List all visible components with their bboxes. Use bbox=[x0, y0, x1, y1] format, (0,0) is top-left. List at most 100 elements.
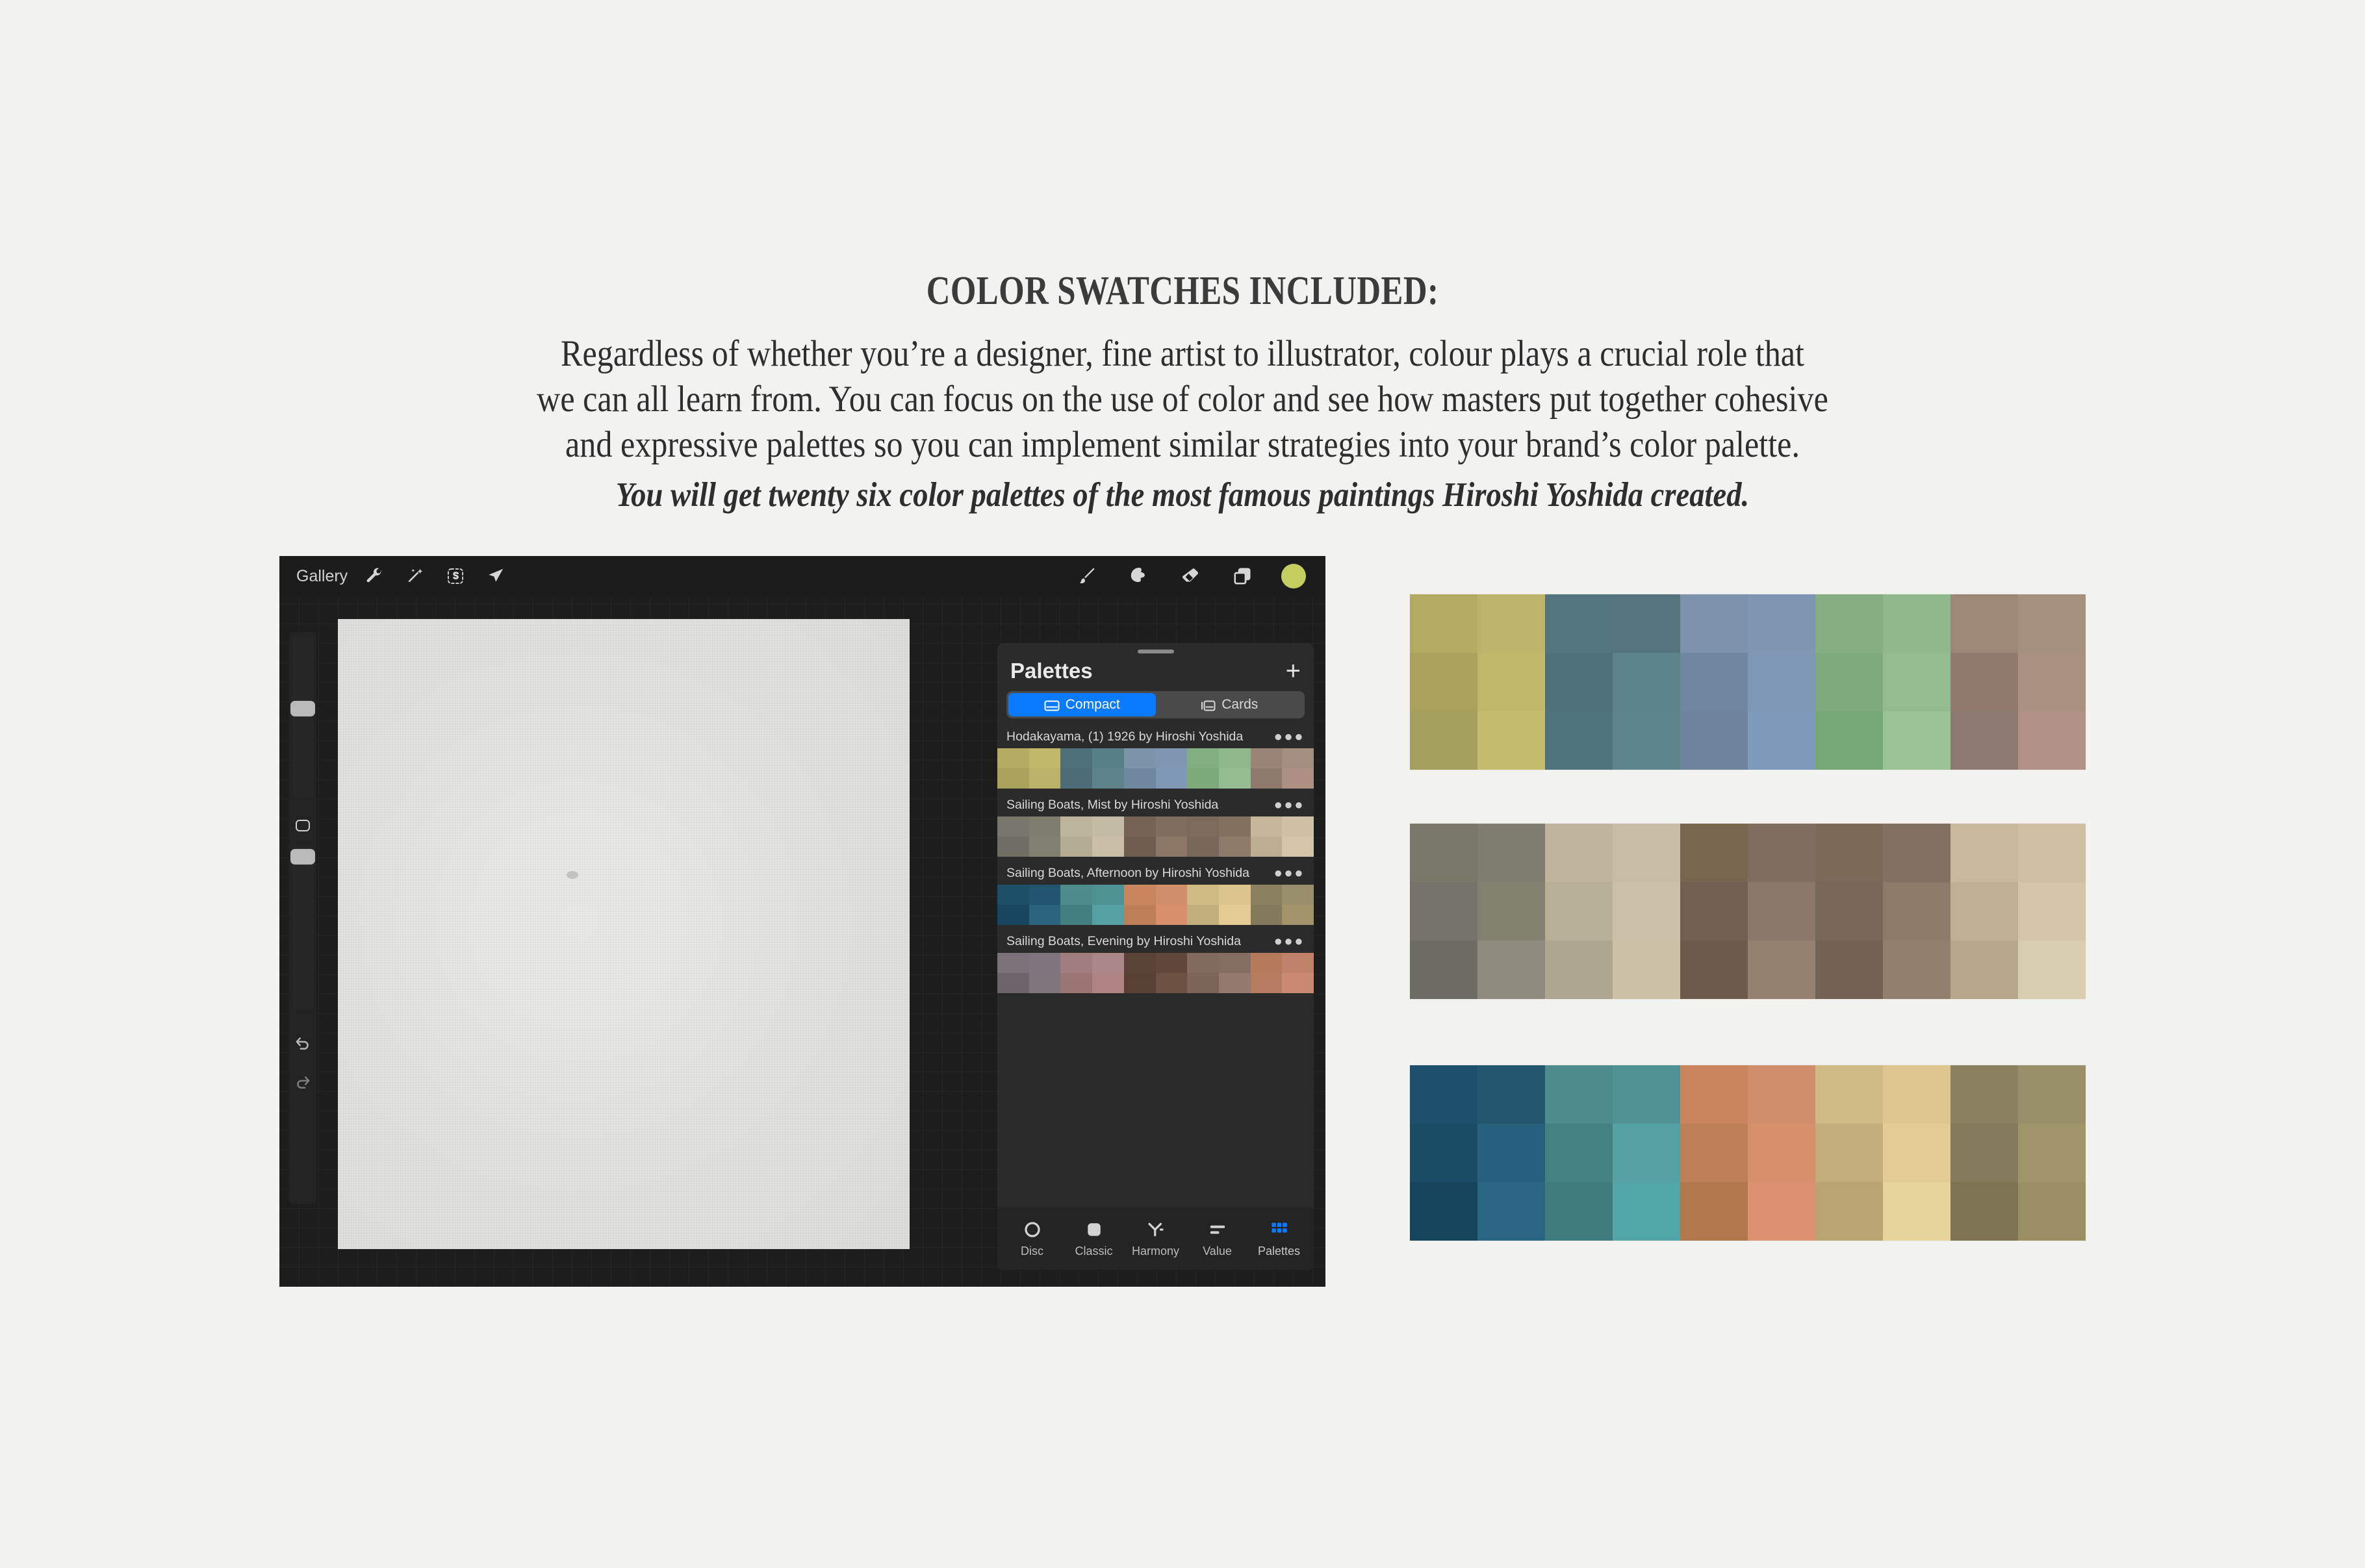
undo-button[interactable] bbox=[294, 1035, 311, 1052]
color-swatch[interactable] bbox=[1155, 953, 1188, 973]
opacity-slider[interactable] bbox=[292, 846, 314, 1009]
palette-menu-button[interactable]: ●●● bbox=[1274, 729, 1305, 744]
add-palette-button[interactable]: + bbox=[1286, 658, 1301, 684]
color-swatch[interactable] bbox=[1250, 768, 1283, 789]
color-swatch[interactable] bbox=[1060, 837, 1093, 857]
color-swatch[interactable] bbox=[997, 905, 1029, 925]
palette-list[interactable]: Hodakayama, (1) 1926 by Hiroshi Yoshida ●… bbox=[997, 725, 1314, 1208]
color-swatch[interactable] bbox=[1029, 905, 1061, 925]
color-swatch[interactable] bbox=[997, 816, 1029, 837]
palette-swatch-grid[interactable] bbox=[997, 885, 1314, 925]
color-swatch[interactable] bbox=[1029, 816, 1061, 837]
color-swatch[interactable] bbox=[1092, 837, 1124, 857]
transform-arrow-icon[interactable] bbox=[483, 563, 509, 589]
color-swatch[interactable] bbox=[1029, 748, 1061, 768]
color-swatch[interactable] bbox=[1250, 816, 1283, 837]
color-swatch[interactable] bbox=[1155, 768, 1188, 789]
tab-palettes[interactable]: Palettes bbox=[1251, 1220, 1308, 1258]
modify-button[interactable] bbox=[296, 820, 310, 831]
opacity-knob[interactable] bbox=[290, 849, 315, 865]
color-swatch[interactable] bbox=[1060, 816, 1093, 837]
color-swatch[interactable] bbox=[1092, 748, 1124, 768]
color-swatch[interactable] bbox=[1155, 837, 1188, 857]
color-swatch[interactable] bbox=[1250, 973, 1283, 993]
color-swatch[interactable] bbox=[1187, 973, 1219, 993]
color-swatch[interactable] bbox=[997, 837, 1029, 857]
color-swatch[interactable] bbox=[1282, 905, 1314, 925]
color-swatch[interactable] bbox=[1282, 837, 1314, 857]
palette-menu-button[interactable]: ●●● bbox=[1274, 866, 1305, 880]
palette-swatch-grid[interactable] bbox=[997, 816, 1314, 857]
palette-swatch-grid[interactable] bbox=[997, 748, 1314, 789]
color-swatch[interactable] bbox=[1029, 973, 1061, 993]
color-swatch[interactable] bbox=[997, 953, 1029, 973]
view-mode-segmented-control[interactable]: Compact Cards bbox=[1006, 691, 1305, 718]
gallery-button[interactable]: Gallery bbox=[296, 567, 348, 586]
layers-icon[interactable] bbox=[1229, 563, 1255, 589]
palette-swatch-grid[interactable] bbox=[997, 953, 1314, 993]
color-swatch[interactable] bbox=[1123, 816, 1156, 837]
color-swatch[interactable] bbox=[1187, 816, 1219, 837]
tab-harmony[interactable]: Harmony bbox=[1127, 1220, 1184, 1258]
brush-size-slider[interactable] bbox=[292, 636, 314, 798]
color-swatch[interactable] bbox=[1250, 837, 1283, 857]
color-swatch[interactable] bbox=[1123, 973, 1156, 993]
tab-classic[interactable]: Classic bbox=[1066, 1220, 1123, 1258]
color-swatch[interactable] bbox=[1218, 837, 1251, 857]
color-swatch[interactable] bbox=[1029, 885, 1061, 905]
color-swatch[interactable] bbox=[1282, 748, 1314, 768]
brush-size-knob[interactable] bbox=[290, 701, 315, 716]
color-swatch[interactable] bbox=[1155, 816, 1188, 837]
palette-list-item[interactable]: Sailing Boats, Evening by Hiroshi Yoshid… bbox=[997, 929, 1314, 993]
color-swatch[interactable] bbox=[1250, 905, 1283, 925]
color-swatch[interactable] bbox=[1029, 953, 1061, 973]
color-swatch[interactable] bbox=[1218, 973, 1251, 993]
color-swatch[interactable] bbox=[997, 973, 1029, 993]
color-swatch[interactable] bbox=[1060, 905, 1093, 925]
eraser-icon[interactable] bbox=[1177, 563, 1203, 589]
color-swatch[interactable] bbox=[1218, 905, 1251, 925]
color-swatch[interactable] bbox=[1282, 816, 1314, 837]
canvas-area[interactable]: Palettes + Compact Cards Hodakayama, (1)… bbox=[279, 596, 1325, 1287]
color-swatch[interactable] bbox=[1123, 953, 1156, 973]
selection-s-icon[interactable] bbox=[442, 563, 468, 589]
palette-list-item[interactable]: Sailing Boats, Afternoon by Hiroshi Yosh… bbox=[997, 861, 1314, 925]
palette-list-item[interactable]: Sailing Boats, Mist by Hiroshi Yoshida ●●… bbox=[997, 793, 1314, 857]
color-swatch[interactable] bbox=[1092, 816, 1124, 837]
color-swatch[interactable] bbox=[1282, 973, 1314, 993]
wrench-icon[interactable] bbox=[362, 563, 388, 589]
color-swatch[interactable] bbox=[1187, 885, 1219, 905]
color-swatch[interactable] bbox=[1187, 837, 1219, 857]
color-swatch[interactable] bbox=[1218, 748, 1251, 768]
color-swatch[interactable] bbox=[1092, 953, 1124, 973]
color-swatch[interactable] bbox=[997, 885, 1029, 905]
color-swatch[interactable] bbox=[1123, 768, 1156, 789]
view-mode-compact[interactable]: Compact bbox=[1008, 693, 1156, 716]
color-swatch[interactable] bbox=[1092, 973, 1124, 993]
palette-menu-button[interactable]: ●●● bbox=[1274, 798, 1305, 812]
color-swatch[interactable] bbox=[1187, 768, 1219, 789]
smudge-icon[interactable] bbox=[1125, 563, 1151, 589]
color-swatch[interactable] bbox=[1060, 885, 1093, 905]
view-mode-cards[interactable]: Cards bbox=[1156, 693, 1303, 716]
color-swatch[interactable] bbox=[1250, 953, 1283, 973]
color-swatch[interactable] bbox=[1029, 837, 1061, 857]
color-swatch[interactable] bbox=[1250, 748, 1283, 768]
color-swatch[interactable] bbox=[1092, 768, 1124, 789]
color-swatch[interactable] bbox=[1155, 905, 1188, 925]
color-mode-tabbar[interactable]: Disc Classic Harmony Value Palettes bbox=[997, 1208, 1314, 1270]
color-swatch[interactable] bbox=[1060, 748, 1093, 768]
color-swatch[interactable] bbox=[1187, 748, 1219, 768]
color-swatch[interactable] bbox=[997, 768, 1029, 789]
color-swatch[interactable] bbox=[1282, 953, 1314, 973]
color-swatch[interactable] bbox=[1282, 885, 1314, 905]
color-swatch[interactable] bbox=[1123, 885, 1156, 905]
color-swatch[interactable] bbox=[1123, 837, 1156, 857]
color-swatch[interactable] bbox=[1060, 768, 1093, 789]
paintbrush-icon[interactable] bbox=[1073, 563, 1099, 589]
color-swatch[interactable] bbox=[1155, 748, 1188, 768]
color-swatch[interactable] bbox=[1187, 953, 1219, 973]
color-swatch[interactable] bbox=[1060, 953, 1093, 973]
color-swatch[interactable] bbox=[1155, 973, 1188, 993]
color-swatch[interactable] bbox=[1218, 768, 1251, 789]
